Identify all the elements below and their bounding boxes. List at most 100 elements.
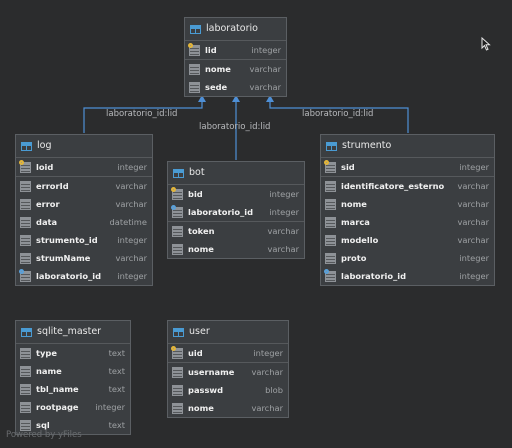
table-header[interactable]: strumento <box>321 135 494 158</box>
column-type: varchar <box>251 403 283 413</box>
table-log[interactable]: log loid integer errorId varchar error varchar… <box>15 134 153 286</box>
column-icon <box>20 180 31 192</box>
column-name: username <box>188 367 235 377</box>
column-icon <box>20 347 31 359</box>
column-icon <box>172 366 183 378</box>
column-type: varchar <box>457 217 489 227</box>
column-row[interactable]: name text <box>16 362 130 380</box>
table-header[interactable]: bot <box>168 162 304 185</box>
column-icon <box>172 402 183 414</box>
column-icon <box>20 216 31 228</box>
table-icon <box>21 141 32 151</box>
column-name: passwd <box>188 385 224 395</box>
column-row[interactable]: nome varchar <box>168 240 304 258</box>
column-row[interactable]: error varchar <box>16 195 152 213</box>
column-type: varchar <box>115 199 147 209</box>
column-type: varchar <box>249 64 281 74</box>
column-row[interactable]: bid integer <box>168 185 304 203</box>
column-name: sid <box>341 162 355 172</box>
relation-label-bot: laboratorio_id:lid <box>199 122 271 132</box>
column-type: integer <box>117 235 147 245</box>
primary-key-icon <box>19 159 31 173</box>
column-name: laboratorio_id <box>188 207 254 217</box>
column-row[interactable]: modello varchar <box>321 231 494 249</box>
column-name: nome <box>188 403 214 413</box>
column-type: text <box>108 420 125 430</box>
table-name: bot <box>189 167 205 178</box>
column-row[interactable]: proto integer <box>321 249 494 267</box>
column-name: token <box>188 226 215 236</box>
column-type: varchar <box>115 181 147 191</box>
column-row[interactable]: tbl_name text <box>16 380 130 398</box>
table-user[interactable]: user uid integer username varchar passwd blob n… <box>167 320 289 418</box>
column-row[interactable]: marca varchar <box>321 213 494 231</box>
table-sqlite_master[interactable]: sqlite_master type text name text tbl_name tex… <box>15 320 131 435</box>
column-type: integer <box>459 271 489 281</box>
column-row[interactable]: nome varchar <box>168 399 288 417</box>
column-type: text <box>108 366 125 376</box>
column-name: nome <box>205 64 231 74</box>
table-header[interactable]: laboratorio <box>185 18 286 41</box>
column-row[interactable]: laboratorio_id integer <box>168 203 304 222</box>
foreign-key-icon <box>171 204 183 218</box>
column-icon <box>325 216 336 228</box>
column-type: integer <box>117 162 147 172</box>
column-row[interactable]: strumName varchar <box>16 249 152 267</box>
column-name: lid <box>205 45 217 55</box>
column-type: integer <box>269 207 299 217</box>
table-header[interactable]: log <box>16 135 152 158</box>
column-name: errorId <box>36 181 69 191</box>
column-name: name <box>36 366 62 376</box>
column-type: varchar <box>267 244 299 254</box>
foreign-key-icon <box>19 268 31 282</box>
column-row[interactable]: strumento_id integer <box>16 231 152 249</box>
column-icon <box>172 225 183 237</box>
primary-key-icon <box>188 42 200 56</box>
table-header[interactable]: sqlite_master <box>16 321 130 344</box>
column-type: varchar <box>457 181 489 191</box>
table-strumento[interactable]: strumento sid integer identificatore_estern… <box>320 134 495 286</box>
column-row[interactable]: token varchar <box>168 222 304 240</box>
relation-label-strumento: laboratorio_id:lid <box>302 109 374 119</box>
watermark: Powered by yFiles <box>6 430 82 440</box>
column-row[interactable]: nome varchar <box>185 60 286 78</box>
column-type: integer <box>269 189 299 199</box>
table-name: user <box>189 326 210 337</box>
column-icon <box>20 234 31 246</box>
primary-key-icon <box>324 159 336 173</box>
column-name: marca <box>341 217 370 227</box>
column-row[interactable]: type text <box>16 344 130 362</box>
column-row[interactable]: identificatore_esterno varchar <box>321 177 494 195</box>
column-row[interactable]: username varchar <box>168 363 288 381</box>
table-icon <box>21 327 32 337</box>
table-laboratorio[interactable]: laboratorio lid integer nome varchar sede varc… <box>184 17 287 97</box>
column-name: nome <box>341 199 367 209</box>
primary-key-icon <box>171 345 183 359</box>
column-type: varchar <box>457 235 489 245</box>
column-row[interactable]: rootpage integer <box>16 398 130 416</box>
column-row[interactable]: passwd blob <box>168 381 288 399</box>
table-header[interactable]: user <box>168 321 288 344</box>
column-name: loid <box>36 162 54 172</box>
column-name: tbl_name <box>36 384 79 394</box>
column-row[interactable]: data datetime <box>16 213 152 231</box>
column-row[interactable]: uid integer <box>168 344 288 363</box>
column-type: varchar <box>457 199 489 209</box>
column-type: integer <box>251 45 281 55</box>
column-name: laboratorio_id <box>36 271 102 281</box>
column-name: bid <box>188 189 203 199</box>
column-row[interactable]: lid integer <box>185 41 286 60</box>
column-row[interactable]: loid integer <box>16 158 152 177</box>
column-name: identificatore_esterno <box>341 181 445 191</box>
column-row[interactable]: laboratorio_id integer <box>321 267 494 285</box>
column-type: varchar <box>251 367 283 377</box>
table-bot[interactable]: bot bid integer laboratorio_id integer token v… <box>167 161 305 259</box>
column-row[interactable]: laboratorio_id integer <box>16 267 152 285</box>
column-row[interactable]: sid integer <box>321 158 494 177</box>
column-row[interactable]: nome varchar <box>321 195 494 213</box>
column-name: error <box>36 199 60 209</box>
column-row[interactable]: sede varchar <box>185 78 286 96</box>
column-icon <box>325 234 336 246</box>
column-row[interactable]: errorId varchar <box>16 177 152 195</box>
column-icon <box>325 198 336 210</box>
